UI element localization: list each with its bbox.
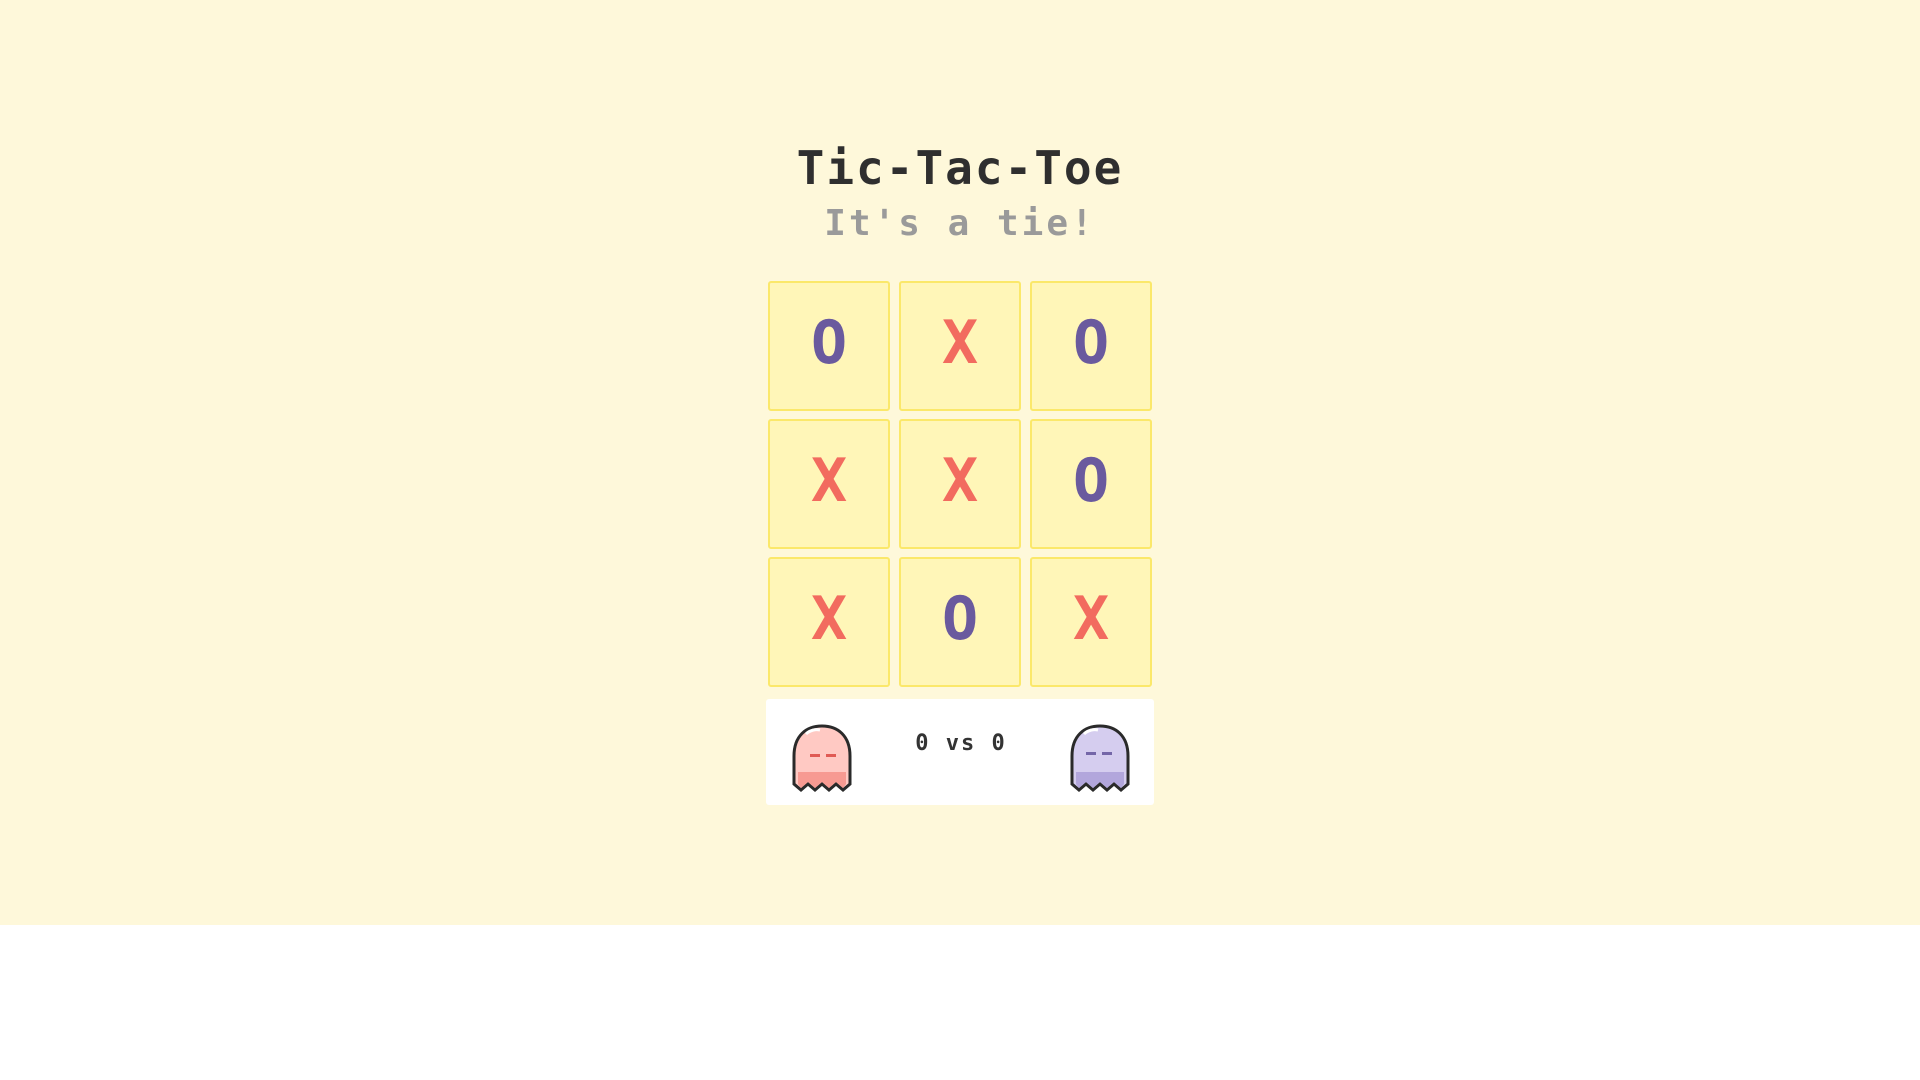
cell-mark: O (1072, 308, 1110, 378)
cell-mark: X (941, 308, 979, 378)
cell-mark: O (941, 584, 979, 654)
board-cell-8[interactable]: O (899, 557, 1021, 687)
cell-mark: X (941, 446, 979, 516)
o-score: 0 (991, 731, 1007, 756)
board-cell-7[interactable]: X (768, 557, 890, 687)
x-score: 0 (915, 731, 931, 756)
score-display: 0 vs 0 (886, 731, 1036, 756)
board-cell-2[interactable]: X (899, 281, 1021, 411)
game-status: It's a tie! (824, 203, 1096, 244)
game-board: O X O X X O X O X (768, 281, 1152, 687)
score-separator: vs (945, 731, 977, 756)
cell-mark: X (810, 584, 848, 654)
purple-ghost-icon (1070, 724, 1130, 792)
board-cell-4[interactable]: X (768, 419, 890, 549)
board-cell-5[interactable]: X (899, 419, 1021, 549)
cell-mark: X (810, 446, 848, 516)
cell-mark: X (1072, 584, 1110, 654)
board-cell-3[interactable]: O (1030, 281, 1152, 411)
cell-mark: O (810, 308, 848, 378)
game-title: Tic-Tac-Toe (796, 141, 1124, 195)
board-cell-6[interactable]: O (1030, 419, 1152, 549)
pink-ghost-icon (792, 724, 852, 792)
board-cell-1[interactable]: O (768, 281, 890, 411)
board-cell-9[interactable]: X (1030, 557, 1152, 687)
game-stage: Tic-Tac-Toe It's a tie! O X O X X O X O … (0, 0, 1920, 925)
scoreboard: 0 vs 0 (766, 699, 1154, 805)
cell-mark: O (1072, 446, 1110, 516)
